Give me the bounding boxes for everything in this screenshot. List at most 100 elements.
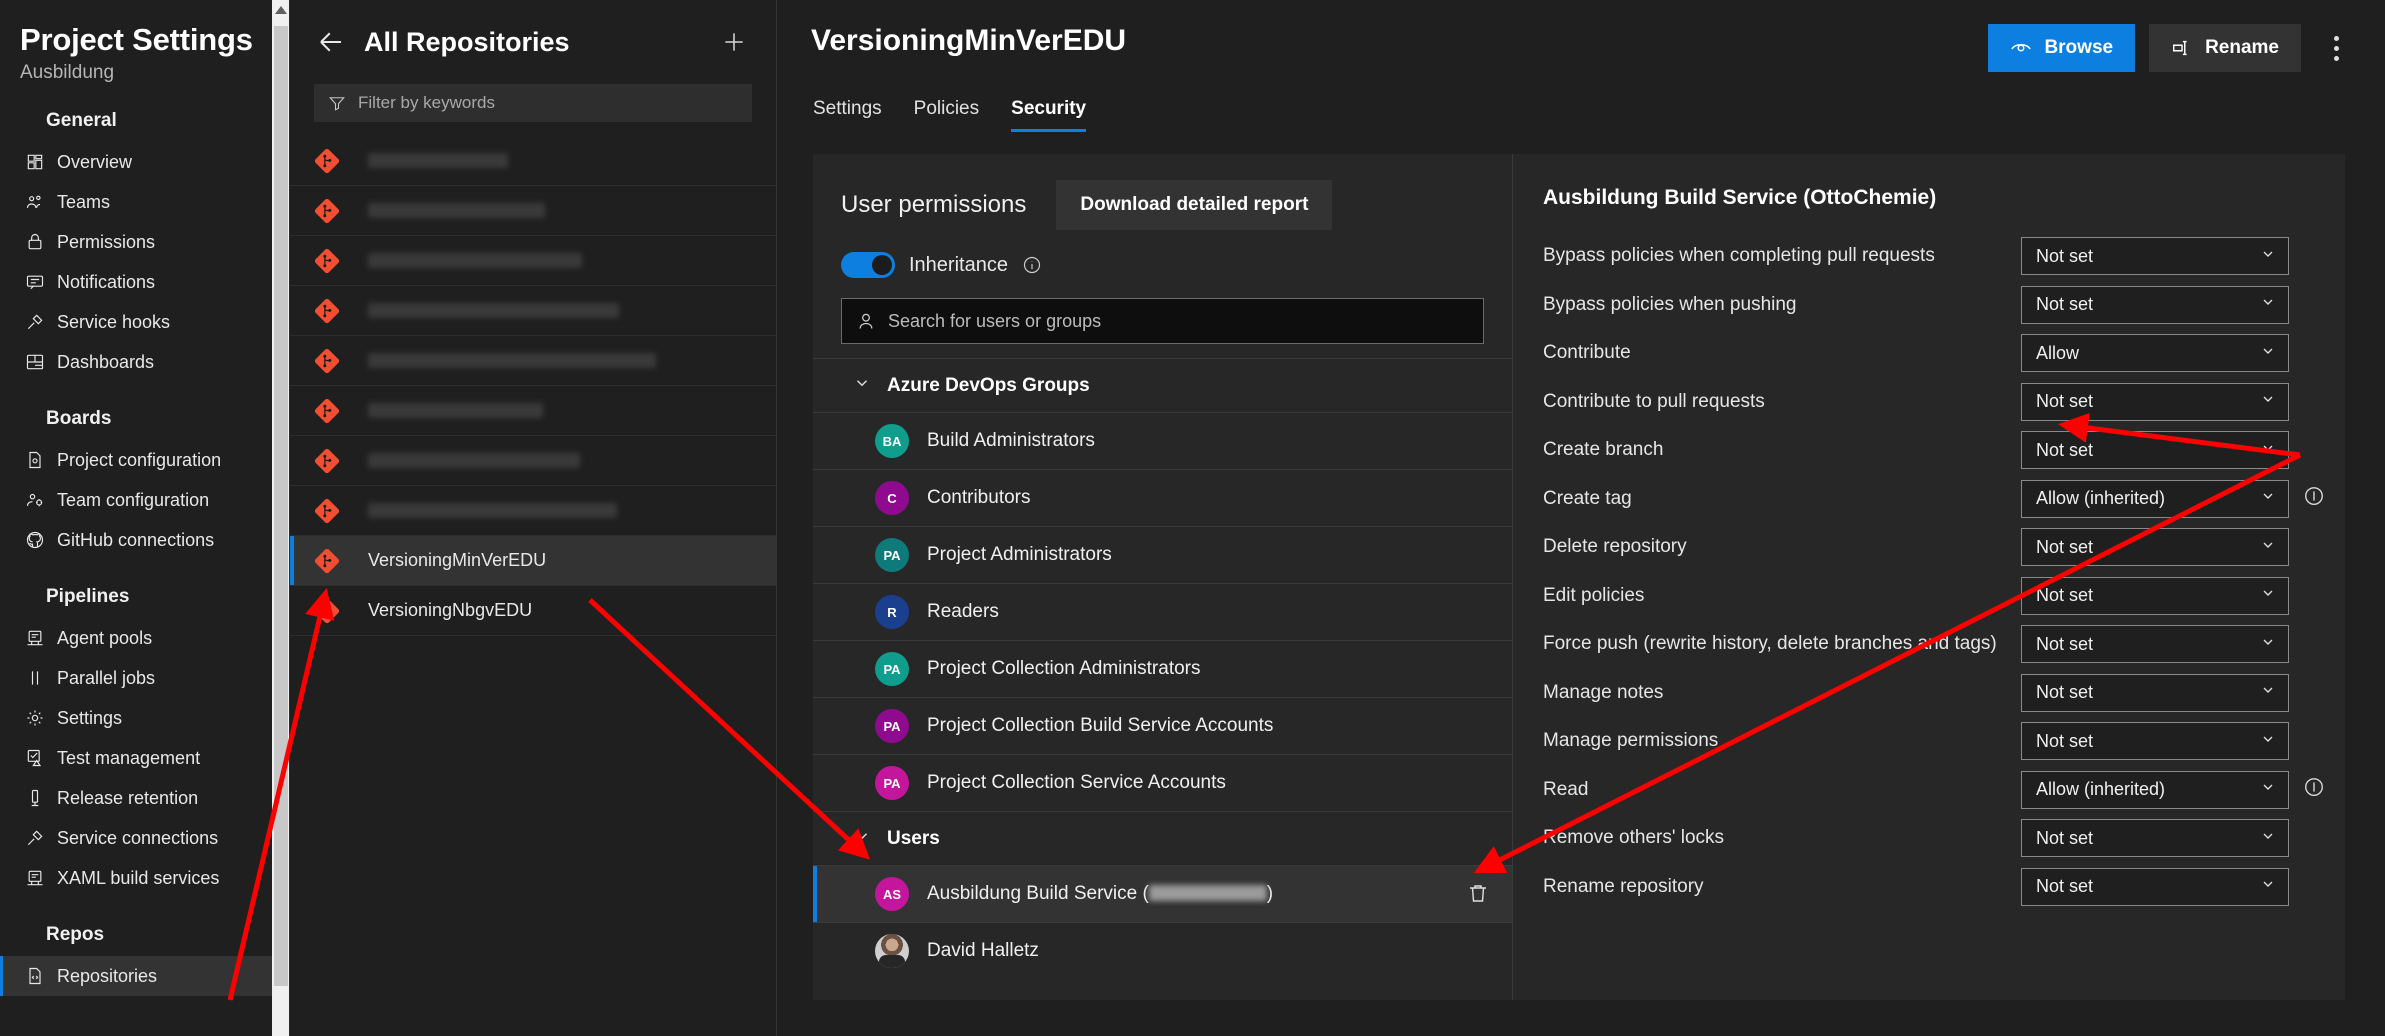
git-repo-icon [314, 348, 340, 374]
repository-name [368, 403, 543, 418]
sidebar-item-test-management[interactable]: Test management [0, 738, 272, 778]
scroll-up-arrow[interactable] [274, 6, 287, 14]
permission-select[interactable]: Not set [2021, 673, 2289, 712]
avatar: C [875, 481, 909, 515]
sidebar-item-teams[interactable]: Teams [0, 182, 272, 222]
delete-icon[interactable] [1466, 881, 1492, 907]
permission-select[interactable]: Not set [2021, 528, 2289, 567]
info-icon[interactable] [1022, 255, 1042, 275]
back-arrow-icon[interactable] [314, 25, 348, 59]
sidebar-item-dashboards[interactable]: Dashboards [0, 342, 272, 382]
sidebar-item-xaml-build-services[interactable]: XAML build services [0, 858, 272, 898]
permission-label: Remove others' locks [1543, 827, 1725, 849]
permission-select[interactable]: Not set [2021, 576, 2289, 615]
chevron-down-icon [2260, 246, 2276, 267]
sidebar-item-label: Overview [57, 151, 133, 172]
permission-select[interactable]: Not set [2021, 722, 2289, 761]
sidebar-item-release-retention[interactable]: Release retention [0, 778, 272, 818]
dashboards-icon [24, 351, 46, 373]
git-repo-icon [314, 598, 340, 624]
plus-icon[interactable] [716, 24, 752, 60]
download-report-button[interactable]: Download detailed report [1056, 180, 1333, 230]
inheritance-toggle[interactable] [841, 252, 895, 278]
identity-list-item[interactable]: PA Project Collection Build Service Accou… [813, 697, 1512, 754]
sidebar-item-project-configuration[interactable]: Project configuration [0, 440, 272, 480]
permission-select[interactable]: Not set [2021, 819, 2289, 858]
repository-list-item[interactable] [290, 286, 776, 336]
repository-list-item[interactable] [290, 386, 776, 436]
tab-policies[interactable]: Policies [914, 98, 979, 132]
search-users-input[interactable]: Search for users or groups [841, 298, 1484, 344]
repository-list-item[interactable]: VersioningMinVerEDU [290, 536, 776, 586]
permission-select[interactable]: Not set [2021, 285, 2289, 324]
sidebar-item-service-connections[interactable]: Service connections [0, 818, 272, 858]
sidebar-item-overview[interactable]: Overview [0, 142, 272, 182]
identity-name: Project Collection Administrators [927, 658, 1201, 679]
permission-select[interactable]: Allow (inherited) [2021, 479, 2289, 518]
repository-list-item[interactable] [290, 486, 776, 536]
inherited-indicator-icon[interactable] [2303, 776, 2327, 803]
scrollbar-thumb[interactable] [274, 26, 288, 986]
identity-list-item[interactable]: PA Project Administrators [813, 526, 1512, 583]
sidebar-item-notifications[interactable]: Notifications [0, 262, 272, 302]
tab-security[interactable]: Security [1011, 98, 1086, 132]
identity-section-header[interactable]: Users [813, 811, 1512, 865]
chevron-down-icon [2260, 440, 2276, 461]
project-name: Ausbildung [20, 62, 115, 83]
avatar: AS [875, 877, 909, 911]
sidebar-item-repositories[interactable]: Repositories [0, 956, 272, 996]
sidebar-item-service-hooks[interactable]: Service hooks [0, 302, 272, 342]
permission-row: Rename repository Not set [1513, 863, 2345, 912]
page-title: Project Settings [20, 22, 253, 57]
sidebar-group-title: Pipelines [46, 586, 130, 607]
repository-filter-input[interactable]: Filter by keywords [314, 84, 752, 122]
identity-list-item[interactable]: David Halletz [813, 922, 1512, 979]
sidebar-item-permissions[interactable]: Permissions [0, 222, 272, 262]
sidebar-item-settings[interactable]: Settings [0, 698, 272, 738]
repository-list-item[interactable] [290, 136, 776, 186]
identity-list-item[interactable]: AS Ausbildung Build Service () [813, 865, 1512, 922]
sidebar-item-label: GitHub connections [57, 529, 215, 550]
identity-list-item[interactable]: PA Project Collection Administrators [813, 640, 1512, 697]
permission-control: Not set [2021, 528, 2345, 567]
identity-section-header[interactable]: Azure DevOps Groups [813, 358, 1512, 412]
sidebar-item-label: Test management [57, 747, 201, 768]
tab-settings[interactable]: Settings [813, 98, 882, 132]
repository-list-item[interactable] [290, 236, 776, 286]
browse-button[interactable]: Browse [1988, 24, 2136, 72]
rename-button[interactable]: Rename [2149, 24, 2301, 72]
repository-list-item[interactable] [290, 186, 776, 236]
permission-select[interactable]: Not set [2021, 382, 2289, 421]
sidebar-item-parallel-jobs[interactable]: Parallel jobs [0, 658, 272, 698]
repository-list-item[interactable]: VersioningNbgvEDU [290, 586, 776, 636]
identity-list-item[interactable]: PA Project Collection Service Accounts [813, 754, 1512, 811]
permission-select[interactable]: Allow [2021, 334, 2289, 373]
sidebar-item-label: Service hooks [57, 311, 171, 332]
more-actions-icon[interactable] [2315, 24, 2357, 72]
sidebar-item-label: Project configuration [57, 449, 222, 470]
permission-select[interactable]: Not set [2021, 867, 2289, 906]
repository-list-item[interactable] [290, 336, 776, 386]
sidebar-item-label: Service connections [57, 827, 219, 848]
identity-name: David Halletz [927, 940, 1039, 961]
inherited-indicator-icon[interactable] [2303, 485, 2327, 512]
permission-select[interactable]: Not set [2021, 431, 2289, 470]
permission-control: Not set [2021, 867, 2345, 906]
sidebar-item-team-configuration[interactable]: Team configuration [0, 480, 272, 520]
identity-list-item[interactable]: R Readers [813, 583, 1512, 640]
permission-select[interactable]: Allow (inherited) [2021, 770, 2289, 809]
permission-row: Remove others' locks Not set [1513, 814, 2345, 863]
permission-select[interactable]: Not set [2021, 625, 2289, 664]
permission-select[interactable]: Not set [2021, 237, 2289, 276]
identity-list-item[interactable]: C Contributors [813, 469, 1512, 526]
filter-icon [329, 97, 345, 111]
github-icon [24, 529, 46, 551]
sidebar-item-agent-pools[interactable]: Agent pools [0, 618, 272, 658]
sidebar-item-github-connections[interactable]: GitHub connections [0, 520, 272, 560]
identity-list-item[interactable]: BA Build Administrators [813, 412, 1512, 469]
permission-row: Edit policies Not set [1513, 572, 2345, 621]
main-content: VersioningMinVerEDU Browse Rename Settin… [777, 0, 2385, 1036]
overview-icon [24, 151, 46, 173]
repository-list-item[interactable] [290, 436, 776, 486]
window-scrollbar[interactable] [272, 0, 290, 1036]
